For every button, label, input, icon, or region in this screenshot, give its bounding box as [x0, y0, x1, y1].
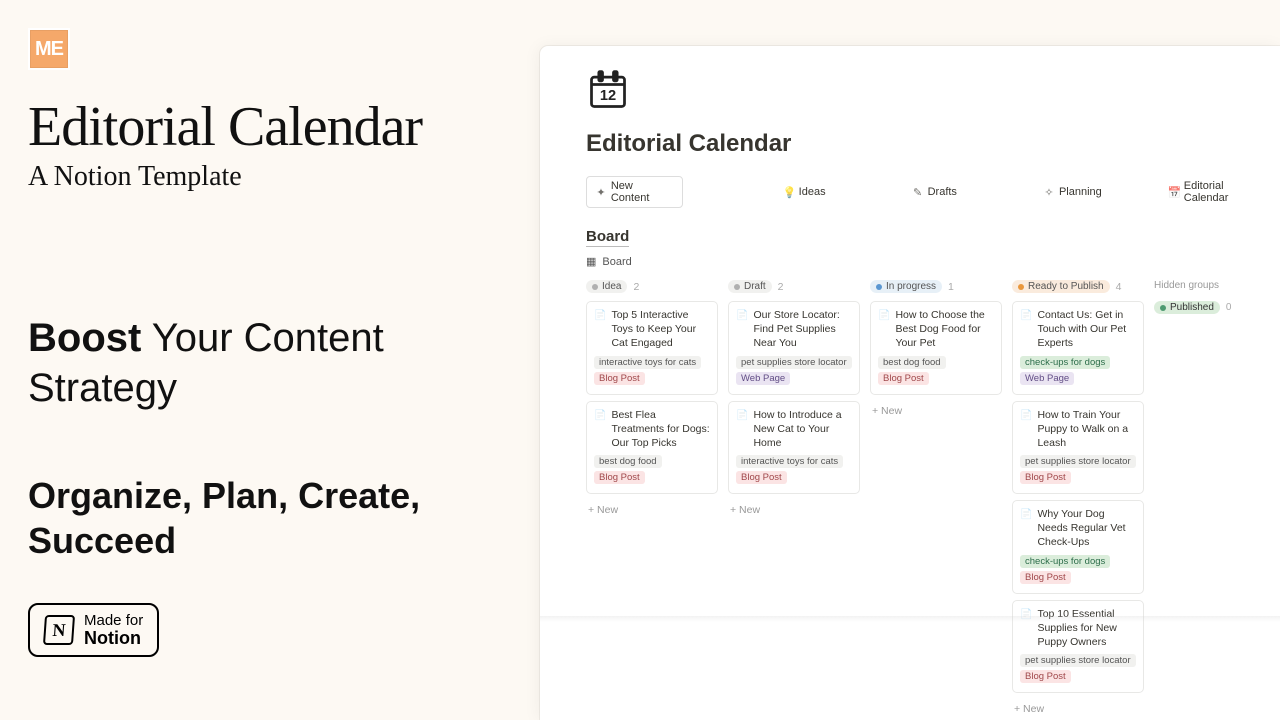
- add-new-card[interactable]: + New: [1012, 699, 1144, 719]
- card-title: Best Flea Treatments for Dogs: Our Top P…: [611, 408, 710, 451]
- board-card[interactable]: 📄Why Your Dog Needs Regular Vet Check-Up…: [1012, 500, 1144, 594]
- page-icon: 📄: [1020, 309, 1032, 351]
- card-title: Top 5 Interactive Toys to Keep Your Cat …: [611, 308, 710, 351]
- card-tag: check-ups for dogs: [1020, 356, 1110, 369]
- card-tag: check-ups for dogs: [1020, 555, 1110, 568]
- pencil-icon: ✎: [912, 186, 924, 199]
- card-tag: pet supplies store locator: [736, 356, 852, 369]
- page-icon: 📄: [1020, 409, 1032, 451]
- card-tag: pet supplies store locator: [1020, 654, 1136, 667]
- nav-drafts-label: Drafts: [928, 186, 957, 198]
- card-title: How to Choose the Best Dog Food for Your…: [895, 308, 994, 351]
- page-icon: 📄: [736, 409, 748, 451]
- card-title: Our Store Locator: Find Pet Supplies Nea…: [753, 308, 852, 351]
- page-icon: 📄: [1020, 508, 1032, 550]
- add-new-card[interactable]: + New: [586, 500, 718, 520]
- board-column: Idea2📄Top 5 Interactive Toys to Keep You…: [586, 280, 718, 719]
- promo-boost: Boost Your Content Strategy: [28, 313, 512, 413]
- svg-text:12: 12: [600, 88, 616, 104]
- board-column: Draft2📄Our Store Locator: Find Pet Suppl…: [728, 280, 860, 719]
- page-nav: ✦ New Content 💡 Ideas ✎ Drafts ✧ Plannin…: [586, 176, 1270, 208]
- me-logo: ME: [28, 28, 70, 70]
- page-title: Editorial Calendar: [586, 130, 1270, 158]
- calendar-small-icon: 📅: [1168, 186, 1180, 199]
- page-icon: 📄: [1020, 608, 1032, 650]
- page-icon: 📄: [594, 309, 606, 351]
- board-card[interactable]: 📄Contact Us: Get in Touch with Our Pet E…: [1012, 301, 1144, 395]
- card-tag: Blog Post: [736, 471, 787, 484]
- board-column: In progress1 📄How to Choose the Best Dog …: [870, 280, 1002, 719]
- made-for-label: Made for: [84, 613, 143, 629]
- page-icon: 📄: [736, 309, 748, 351]
- nav-editorial-calendar[interactable]: 📅 Editorial Calendar: [1168, 176, 1270, 208]
- board-card[interactable]: 📄Top 5 Interactive Toys to Keep Your Cat…: [586, 301, 718, 395]
- card-title: Why Your Dog Needs Regular Vet Check-Ups: [1037, 507, 1136, 550]
- column-header[interactable]: In progress1: [870, 280, 1002, 293]
- column-header[interactable]: Draft2: [728, 280, 860, 293]
- board-card[interactable]: 📄How to Introduce a New Cat to Your Home…: [728, 401, 860, 495]
- nav-ideas[interactable]: 💡 Ideas: [783, 176, 826, 208]
- published-pill[interactable]: Published: [1154, 301, 1220, 314]
- board-card[interactable]: 📄Top 10 Essential Supplies for New Puppy…: [1012, 600, 1144, 694]
- nav-planning[interactable]: ✧ Planning: [1043, 176, 1102, 208]
- add-new-card[interactable]: + New: [728, 500, 860, 520]
- page-icon: 📄: [878, 309, 890, 351]
- card-title: How to Introduce a New Cat to Your Home: [753, 408, 852, 451]
- card-tag: best dog food: [594, 455, 662, 468]
- card-title: Contact Us: Get in Touch with Our Pet Ex…: [1037, 308, 1136, 351]
- board-column: Ready to Publish4📄Contact Us: Get in Tou…: [1012, 280, 1144, 719]
- hidden-groups-label: Hidden groups: [1154, 280, 1244, 291]
- board-view-icon: ▦: [586, 255, 596, 268]
- card-tag: Blog Post: [594, 471, 645, 484]
- card-tag: Blog Post: [594, 372, 645, 385]
- made-for-notion-badge: N Made for Notion: [28, 603, 159, 658]
- board-card[interactable]: 📄How to Train Your Puppy to Walk on a Le…: [1012, 401, 1144, 495]
- promo-headline: Editorial Calendar: [28, 98, 512, 157]
- nav-drafts[interactable]: ✎ Drafts: [912, 176, 957, 208]
- card-tag: best dog food: [878, 356, 946, 369]
- board-card[interactable]: 📄Best Flea Treatments for Dogs: Our Top …: [586, 401, 718, 495]
- board-view-tab[interactable]: ▦ Board: [586, 255, 1270, 268]
- board-card[interactable]: 📄Our Store Locator: Find Pet Supplies Ne…: [728, 301, 860, 395]
- card-tag: Blog Post: [1020, 571, 1071, 584]
- card-tag: Web Page: [736, 372, 790, 385]
- notion-page: 12 Editorial Calendar ✦ New Content 💡 Id…: [540, 46, 1280, 720]
- lightbulb-icon: 💡: [783, 186, 795, 199]
- add-new-card[interactable]: + New: [870, 401, 1002, 421]
- card-tag: pet supplies store locator: [1020, 455, 1136, 468]
- card-tag: Blog Post: [1020, 670, 1071, 683]
- promo-subhead: A Notion Template: [28, 161, 512, 193]
- card-tag: Web Page: [1020, 372, 1074, 385]
- card-tag: Blog Post: [878, 372, 929, 385]
- card-tag: interactive toys for cats: [736, 455, 843, 468]
- notion-logo-icon: N: [43, 615, 75, 645]
- card-tag: Blog Post: [1020, 471, 1071, 484]
- sparkle-icon: ✦: [595, 186, 607, 199]
- page-icon: 📄: [594, 409, 606, 451]
- calendar-page-icon: 12: [586, 68, 630, 112]
- new-content-button[interactable]: ✦ New Content: [586, 176, 683, 208]
- board-card[interactable]: 📄How to Choose the Best Dog Food for You…: [870, 301, 1002, 395]
- board-view-label: Board: [602, 256, 631, 268]
- planning-icon: ✧: [1043, 186, 1055, 199]
- board-columns: Idea2📄Top 5 Interactive Toys to Keep You…: [586, 280, 1270, 719]
- notion-label: Notion: [84, 629, 143, 648]
- card-title: Top 10 Essential Supplies for New Puppy …: [1037, 607, 1136, 650]
- column-header[interactable]: Idea2: [586, 280, 718, 293]
- column-header[interactable]: Ready to Publish4: [1012, 280, 1144, 293]
- hidden-groups-column: Hidden groups Published 0: [1154, 280, 1244, 719]
- nav-ideas-label: Ideas: [799, 186, 826, 198]
- board-section-title: Board: [586, 228, 629, 247]
- card-title: How to Train Your Puppy to Walk on a Lea…: [1037, 408, 1136, 451]
- scroll-shadow: [540, 616, 1280, 622]
- card-tag: interactive toys for cats: [594, 356, 701, 369]
- promo-organize: Organize, Plan, Create, Succeed: [28, 473, 512, 563]
- nav-editorial-calendar-label: Editorial Calendar: [1184, 180, 1270, 204]
- nav-planning-label: Planning: [1059, 186, 1102, 198]
- new-content-label: New Content: [611, 180, 674, 204]
